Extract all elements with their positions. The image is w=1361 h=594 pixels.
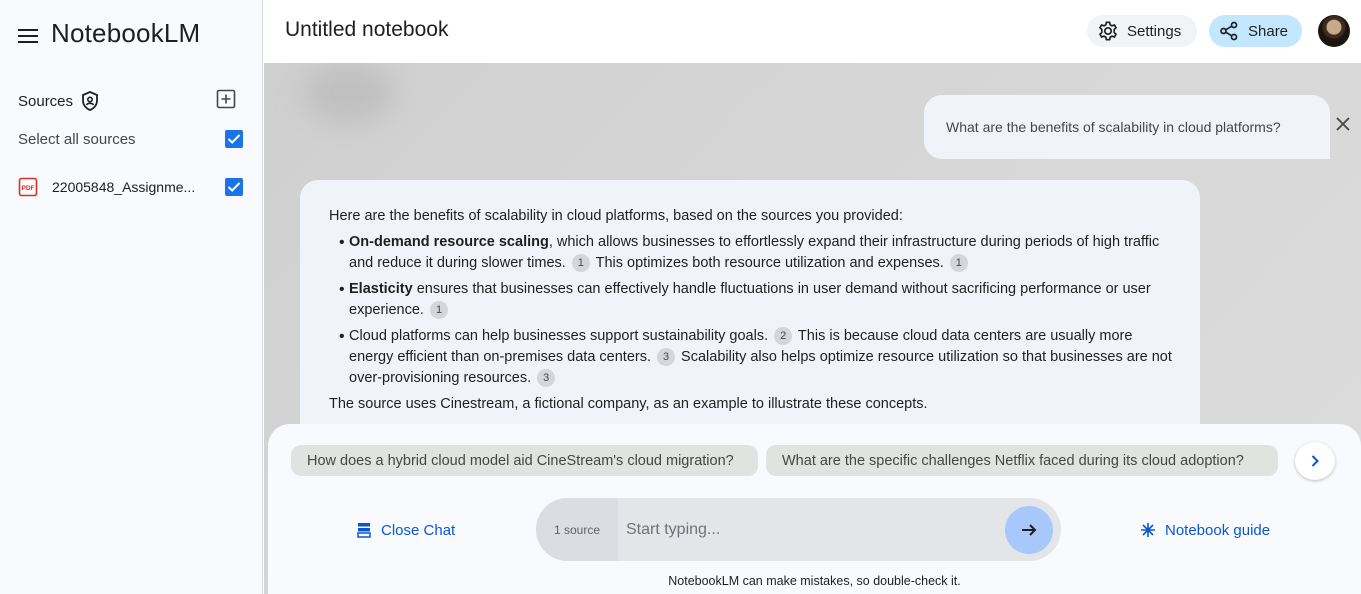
send-button[interactable]	[1005, 506, 1053, 554]
background-decoration	[304, 63, 394, 123]
menu-icon[interactable]	[16, 24, 40, 48]
share-icon	[1220, 21, 1238, 41]
sources-label: Sources	[18, 92, 74, 110]
add-source-icon[interactable]	[216, 89, 236, 109]
citation-chip[interactable]: 1	[571, 254, 590, 272]
citation-chip[interactable]: 3	[657, 348, 676, 366]
sidebar: NotebookLM Sources Select all sources PD…	[0, 0, 263, 594]
arrow-right-icon	[1022, 524, 1037, 536]
sparkle-icon	[1141, 523, 1155, 537]
bullet-heading: On-demand resource scaling	[349, 234, 549, 250]
source-checkbox[interactable]	[225, 178, 243, 196]
chevron-right-icon[interactable]	[1295, 442, 1335, 480]
svg-text:PDF: PDF	[22, 185, 35, 192]
settings-button[interactable]: Settings	[1087, 15, 1197, 47]
app-title: NotebookLM	[51, 18, 201, 48]
response-intro: Here are the benefits of scalability in …	[329, 208, 903, 224]
user-message: What are the benefits of scalability in …	[924, 95, 1330, 159]
chat-close-icon	[357, 523, 371, 538]
close-icon[interactable]	[1333, 114, 1353, 134]
response-bullet: Elasticity ensures that businesses can e…	[329, 279, 1172, 321]
chat-input[interactable]	[626, 518, 996, 542]
notebook-guide-button[interactable]: Notebook guide	[1140, 520, 1270, 540]
bullet-heading: Elasticity	[349, 281, 413, 297]
chat-input-container: 1 source	[536, 498, 1061, 561]
response-bullet: On-demand resource scaling, which allows…	[329, 232, 1172, 274]
response-list: On-demand resource scaling, which allows…	[329, 232, 1172, 389]
select-all-checkbox[interactable]	[225, 130, 243, 148]
notebook-title[interactable]: Untitled notebook	[285, 18, 448, 42]
suggested-question[interactable]: What are the specific challenges Netflix…	[766, 445, 1278, 476]
share-label: Share	[1248, 22, 1289, 40]
bullet-text: This optimizes both resource utilization…	[591, 255, 944, 271]
response-outro: The source uses Cinestream, a fictional …	[329, 396, 928, 412]
citation-chip[interactable]: 1	[430, 301, 448, 319]
source-name: 22005848_Assignme...	[52, 179, 196, 195]
pdf-icon: PDF	[18, 177, 38, 197]
composer-panel: How does a hybrid cloud model aid CineSt…	[268, 424, 1361, 594]
source-count-badge[interactable]: 1 source	[536, 498, 618, 561]
citation-chip[interactable]: 1	[949, 254, 968, 272]
user-message-text: What are the benefits of scalability in …	[946, 119, 1281, 135]
sources-header: Sources	[18, 89, 248, 113]
close-chat-label: Close Chat	[381, 521, 456, 539]
close-chat-button[interactable]: Close Chat	[357, 520, 455, 540]
bullet-text: Cloud platforms can help businesses supp…	[349, 328, 769, 344]
assistant-response: Here are the benefits of scalability in …	[300, 180, 1200, 440]
suggested-question[interactable]: How does a hybrid cloud model aid CineSt…	[291, 445, 758, 476]
avatar[interactable]	[1318, 15, 1350, 47]
select-all-label: Select all sources	[18, 130, 136, 148]
settings-label: Settings	[1127, 22, 1182, 40]
select-all-row[interactable]: Select all sources	[18, 129, 243, 149]
citation-chip[interactable]: 2	[774, 327, 793, 345]
shield-icon[interactable]	[81, 91, 101, 111]
bullet-text: ensures that businesses can effectively …	[349, 281, 1151, 318]
source-list-item[interactable]: PDF 22005848_Assignme...	[18, 177, 243, 197]
citation-chip[interactable]: 3	[537, 369, 556, 387]
top-bar: Untitled notebook Settings Share	[264, 0, 1361, 63]
share-button[interactable]: Share	[1209, 15, 1302, 47]
notebook-guide-label: Notebook guide	[1165, 521, 1271, 539]
gear-icon	[1099, 21, 1117, 41]
response-bullet: Cloud platforms can help businesses supp…	[329, 326, 1172, 389]
disclaimer-text: NotebookLM can make mistakes, so double-…	[668, 574, 961, 588]
